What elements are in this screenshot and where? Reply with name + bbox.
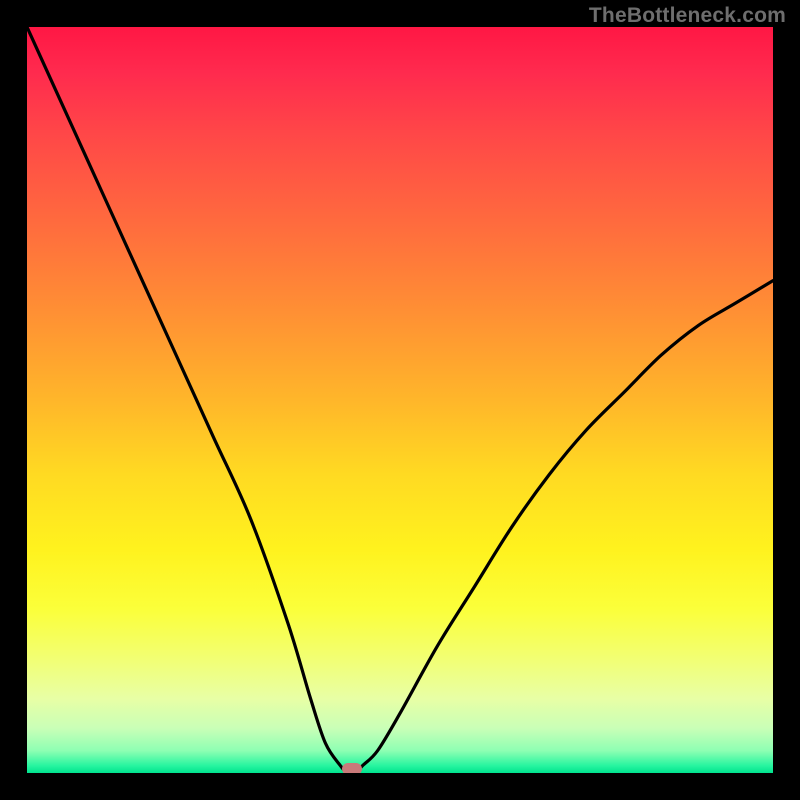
bottleneck-curve bbox=[27, 27, 773, 773]
optimal-point-marker bbox=[342, 763, 362, 773]
chart-frame: TheBottleneck.com bbox=[0, 0, 800, 800]
plot-area bbox=[27, 27, 773, 773]
curve-path bbox=[27, 27, 773, 773]
watermark-label: TheBottleneck.com bbox=[589, 4, 786, 28]
